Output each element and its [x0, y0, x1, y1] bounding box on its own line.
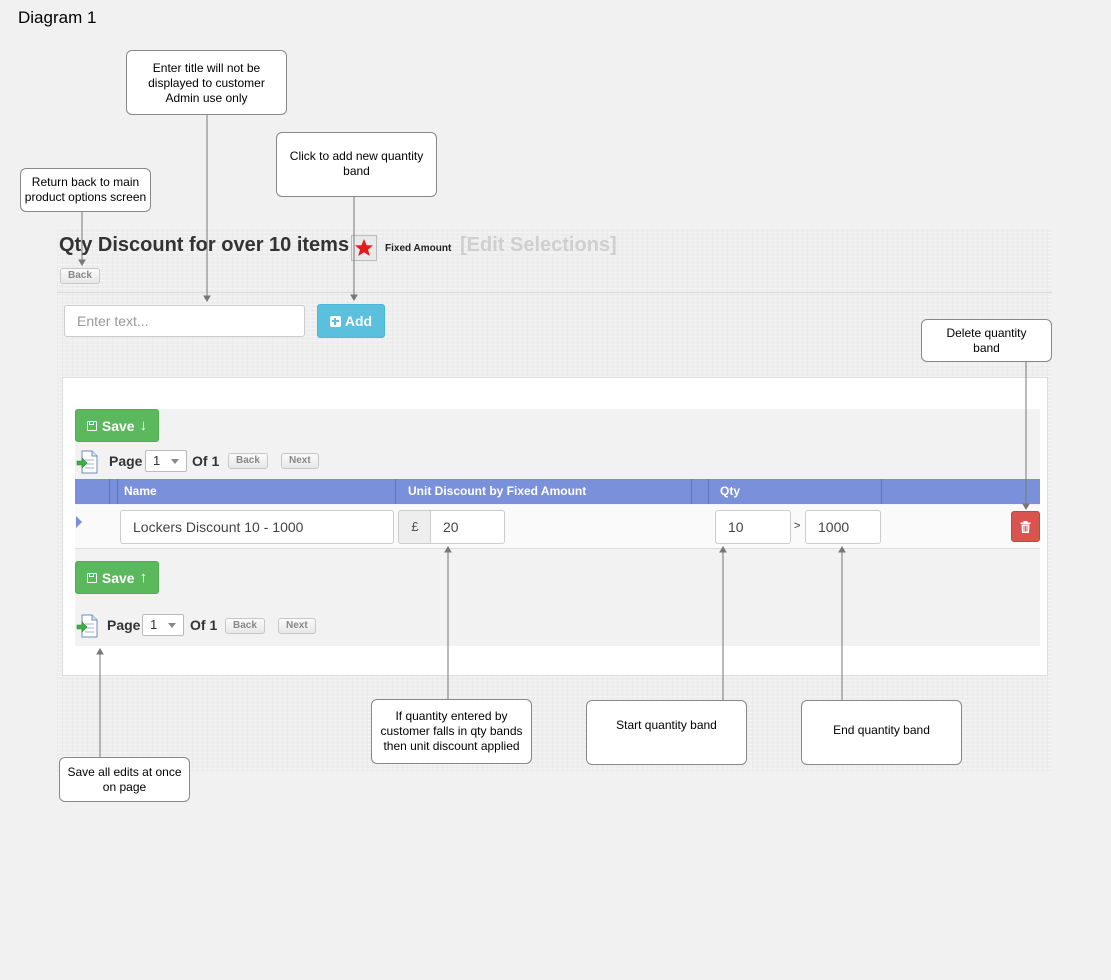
title-input[interactable]	[64, 305, 305, 337]
callout-start-note: Start quantity band	[586, 700, 747, 765]
save-button-bottom[interactable]: Save ↑	[75, 561, 159, 594]
document-export-icon	[76, 450, 98, 474]
callout-line: End quantity band	[833, 723, 930, 737]
page-select[interactable]: 1	[145, 450, 187, 472]
callout-line: Save all edits at once	[67, 764, 182, 779]
qty-to-input[interactable]: 1000	[805, 510, 881, 544]
page-select[interactable]: 1	[142, 614, 184, 636]
divider	[57, 292, 1052, 293]
add-band-button[interactable]: Add	[317, 304, 385, 338]
callout-end-note: End quantity band	[801, 700, 962, 765]
add-button-label: Add	[344, 313, 373, 329]
range-separator: >	[794, 520, 801, 532]
callout-line: Start quantity band	[616, 718, 717, 732]
discount-amount-input[interactable]: 20	[430, 510, 505, 544]
callout-title-note: Enter title will not be displayed to cus…	[126, 50, 287, 115]
edit-selections-link[interactable]: [Edit Selections]	[460, 234, 617, 257]
star-icon[interactable]	[351, 235, 377, 261]
callout-line: then unit discount applied	[383, 739, 520, 753]
document-export-icon	[76, 614, 98, 638]
column-divider	[109, 479, 110, 504]
delete-band-button[interactable]	[1011, 511, 1040, 542]
column-header-name: Name	[124, 484, 157, 498]
back-button[interactable]: Back	[60, 268, 100, 284]
callout-line: Click to add new quantity	[289, 149, 424, 163]
save-label: Save	[101, 417, 135, 434]
floppy-disk-icon	[86, 572, 97, 583]
pager-next-button[interactable]: Next	[278, 618, 316, 634]
page-count: Of 1	[190, 617, 218, 633]
column-header-qty: Qty	[720, 484, 741, 498]
arrow-down-icon: ↓	[139, 417, 148, 434]
plus-square-icon	[329, 315, 341, 327]
callout-line: Enter title will not be	[152, 61, 261, 75]
discount-type-label: Fixed Amount	[385, 243, 452, 254]
pager-back-button[interactable]: Back	[228, 453, 268, 469]
row-pointer-icon	[76, 516, 82, 528]
save-label: Save	[101, 569, 135, 586]
callout-line: band	[973, 340, 1000, 355]
trash-icon	[1020, 520, 1031, 533]
column-divider	[691, 479, 692, 504]
callout-line: product options screen	[24, 190, 147, 204]
callout-line: Delete quantity	[946, 325, 1027, 340]
pager-back-button[interactable]: Back	[225, 618, 265, 634]
callout-line: If quantity entered by	[395, 709, 508, 723]
diagram-title: Diagram 1	[18, 8, 97, 27]
page-label: Page	[107, 617, 141, 633]
table-header: Name Unit Discount by Fixed Amount Qty	[75, 479, 1040, 504]
band-name-input[interactable]: Lockers Discount 10 - 1000	[120, 510, 394, 544]
callout-delete-note: Delete quantity band	[921, 319, 1052, 362]
column-divider	[117, 479, 118, 504]
save-button-top[interactable]: Save ↓	[75, 409, 159, 442]
callout-save-note: Save all edits at once on page	[59, 757, 190, 802]
page-title: Qty Discount for over 10 items	[59, 234, 350, 256]
pager-next-button[interactable]: Next	[281, 453, 319, 469]
page-count: Of 1	[192, 453, 220, 469]
arrow-up-icon: ↑	[139, 569, 148, 586]
column-divider	[708, 479, 709, 504]
callout-line: Return back to main	[31, 175, 140, 189]
callout-discount-note: If quantity entered by customer falls in…	[371, 699, 532, 764]
callout-line: customer falls in qty bands	[380, 724, 523, 738]
callout-line: band	[343, 164, 370, 178]
page-label: Page	[109, 453, 143, 469]
column-header-discount: Unit Discount by Fixed Amount	[408, 484, 587, 498]
column-divider	[395, 479, 396, 504]
page-select-value: 1	[153, 453, 161, 468]
callout-back-note: Return back to main product options scre…	[20, 168, 151, 212]
callout-add-note: Click to add new quantity band	[276, 132, 437, 197]
currency-addon: £	[398, 510, 431, 544]
qty-from-input[interactable]: 10	[715, 510, 791, 544]
column-divider	[881, 479, 882, 504]
floppy-disk-icon	[86, 420, 97, 431]
callout-line: Admin use only	[165, 91, 248, 105]
callout-line: displayed to customer	[148, 76, 265, 90]
page-select-value: 1	[150, 617, 158, 632]
callout-line: on page	[102, 779, 147, 794]
